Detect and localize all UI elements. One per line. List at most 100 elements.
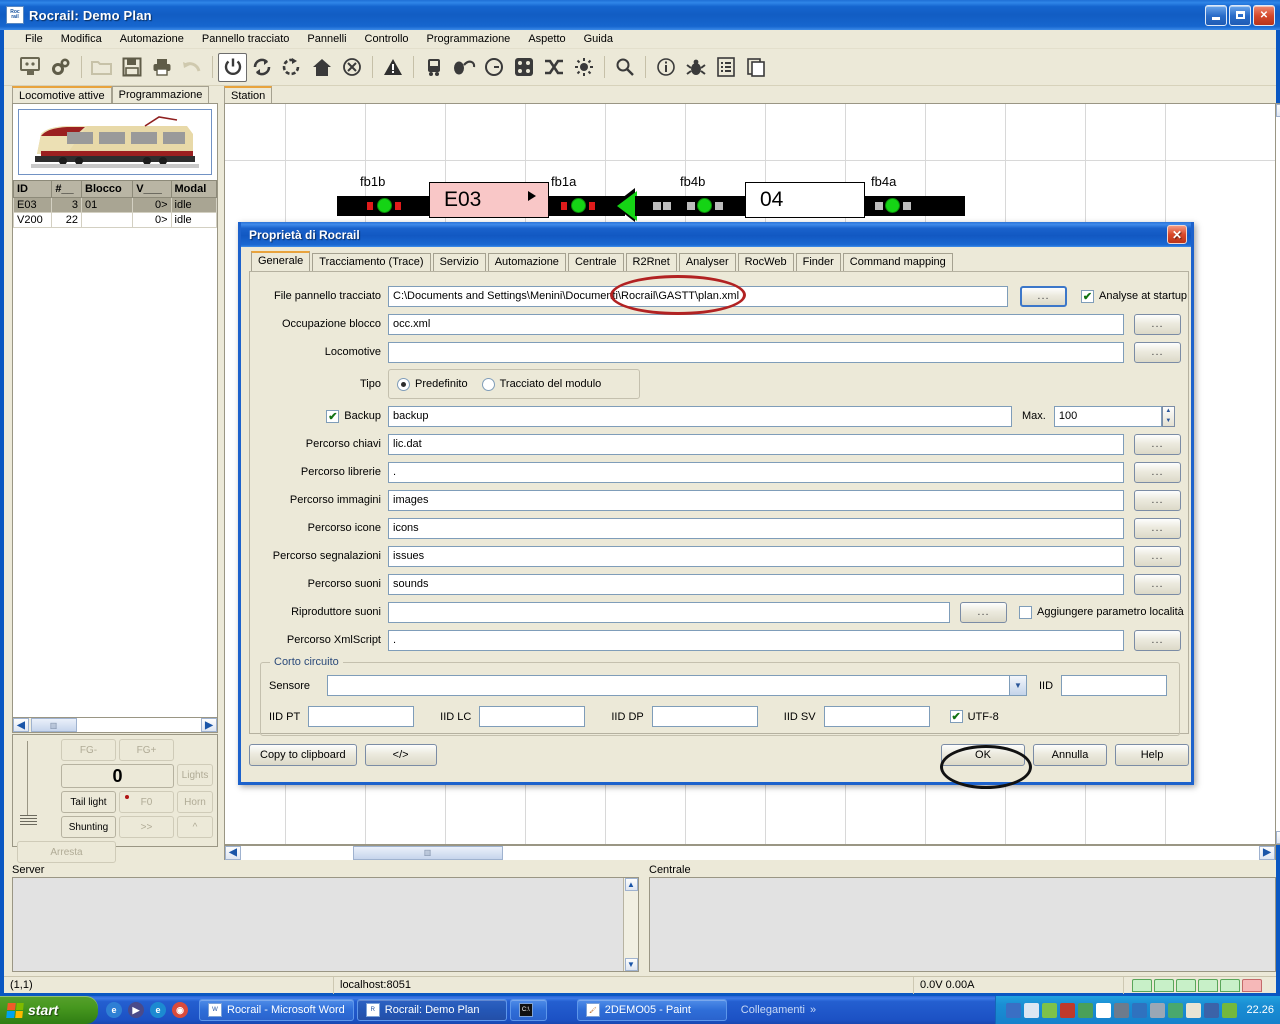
menu-item-automazione[interactable]: Automazione [111, 32, 193, 46]
monitor-icon[interactable] [16, 52, 46, 82]
list-icon[interactable] [711, 52, 741, 82]
fg-minus-button[interactable]: FG- [61, 739, 116, 761]
scroll-down-arrow-icon[interactable]: ▼ [624, 958, 638, 971]
plan-file-input[interactable]: C:\Documents and Settings\Menini\Documen… [388, 285, 1008, 307]
iid-sv-input[interactable] [823, 706, 930, 727]
close-button[interactable]: ✕ [1253, 4, 1275, 26]
chrome-icon[interactable]: ◉ [172, 1002, 188, 1018]
info-icon[interactable] [651, 52, 681, 82]
dialog-close-button[interactable]: ✕ [1167, 225, 1187, 244]
radio-tracciato-modulo-group[interactable]: Tracciato del modulo [481, 377, 601, 391]
up-button[interactable]: ^ [177, 816, 213, 838]
column-id[interactable]: ID [12, 180, 53, 198]
tab-analyser[interactable]: Analyser [678, 253, 736, 271]
plan-file-browse-button[interactable]: ... [1020, 285, 1067, 307]
undo-arrow-icon[interactable] [177, 52, 207, 82]
tab-r2rnet[interactable]: R2Rnet [625, 253, 677, 271]
slider-knob[interactable] [20, 815, 37, 827]
sensor-fb4a-indicator[interactable] [885, 198, 900, 213]
block-04[interactable]: 04 [745, 182, 865, 218]
tray-shield-green-icon[interactable] [1222, 1002, 1238, 1018]
shuffle-icon[interactable] [539, 52, 569, 82]
scrollbar-track[interactable] [1276, 117, 1280, 831]
backup-checkbox[interactable]: ✔ [326, 409, 340, 423]
taskbar-button-word[interactable]: W Rocrail - Microsoft Word [199, 999, 354, 1021]
scroll-up-arrow-icon[interactable]: ▲ [624, 878, 638, 891]
start-button[interactable]: start [0, 996, 98, 1024]
xml-view-button[interactable]: </> [364, 744, 437, 766]
player-icon[interactable]: ▶ [128, 1002, 144, 1018]
issues-path-browse-button[interactable]: ... [1134, 545, 1181, 567]
scrollbar-track[interactable] [77, 718, 201, 732]
tab-automazione[interactable]: Automazione [487, 253, 566, 271]
backup-checkbox-group[interactable]: ✔ Backup [254, 409, 388, 423]
images-path-input[interactable]: images [388, 489, 1124, 511]
system-clock[interactable]: 22.26 [1246, 1004, 1274, 1016]
utf8-checkbox-group[interactable]: ✔ UTF-8 [949, 710, 999, 723]
sensore-combobox[interactable]: ▼ [327, 675, 1027, 696]
icons-path-browse-button[interactable]: ... [1134, 517, 1181, 539]
sounds-path-browse-button[interactable]: ... [1134, 573, 1181, 595]
scroll-right-arrow-icon[interactable]: ▶ [201, 718, 217, 732]
links-toolbar[interactable]: Collegamenti » [741, 1004, 816, 1016]
tray-volume-icon[interactable] [1132, 1002, 1148, 1018]
tab-tracciamento[interactable]: Tracciamento (Trace) [312, 253, 431, 271]
save-icon[interactable] [117, 52, 147, 82]
tail-light-button[interactable]: Tail light [61, 791, 116, 813]
column-blocco[interactable]: Blocco [81, 180, 134, 198]
tray-clock-icon[interactable] [1150, 1002, 1166, 1018]
library-path-browse-button[interactable]: ... [1134, 461, 1181, 483]
tab-generale[interactable]: Generale [251, 251, 311, 271]
xmlscript-path-browse-button[interactable]: ... [1134, 629, 1181, 651]
sync-icon[interactable] [247, 52, 277, 82]
locomotive-browse-button[interactable]: ... [1134, 341, 1181, 363]
block-occupancy-input[interactable]: occ.xml [388, 313, 1124, 335]
analyse-at-startup-checkbox[interactable]: ✔ [1081, 289, 1094, 303]
utf8-checkbox[interactable]: ✔ [949, 710, 963, 723]
tray-printer-icon[interactable] [1114, 1002, 1130, 1018]
print-icon[interactable] [147, 52, 177, 82]
tab-station[interactable]: Station [224, 86, 273, 103]
backup-max-input[interactable]: 100 [1053, 405, 1162, 427]
scroll-down-arrow-icon[interactable]: ▼ [1276, 831, 1280, 844]
horn-button[interactable]: Horn [177, 791, 213, 813]
radio-predefinito-group[interactable]: Predefinito [397, 377, 468, 391]
locality-param-checkbox-group[interactable]: Aggiungere parametro località [1019, 605, 1184, 619]
magnifier-icon[interactable] [610, 52, 640, 82]
column-modal[interactable]: Modal [170, 180, 218, 198]
locomotive-input[interactable] [388, 341, 1124, 363]
tray-antivirus-icon[interactable] [1060, 1002, 1076, 1018]
keys-path-browse-button[interactable]: ... [1134, 433, 1181, 455]
direction-arrow-green-icon[interactable] [617, 191, 637, 221]
menu-item-programmazione[interactable]: Programmazione [418, 32, 520, 46]
warning-icon[interactable] [378, 52, 408, 82]
iid-lc-input[interactable] [479, 706, 586, 727]
menu-item-controllo[interactable]: Controllo [356, 32, 418, 46]
light-icon[interactable] [569, 52, 599, 82]
minimize-button[interactable] [1205, 4, 1227, 26]
tray-display-icon[interactable] [1204, 1002, 1220, 1018]
block-e03[interactable]: E03 [429, 182, 549, 218]
tray-check-icon[interactable] [1042, 1002, 1058, 1018]
stop-circle-icon[interactable] [337, 52, 367, 82]
menu-item-modifica[interactable]: Modifica [52, 32, 111, 46]
locality-param-checkbox[interactable] [1019, 605, 1032, 619]
internet-explorer-icon[interactable]: e [150, 1002, 166, 1018]
spinner-up-arrow-icon[interactable]: ▲ [1165, 408, 1171, 414]
gears-icon[interactable] [46, 52, 76, 82]
table-row[interactable]: E03 3 01 0> idle [12, 197, 218, 213]
lights-button[interactable]: Lights [177, 764, 213, 786]
sound-player-browse-button[interactable]: ... [960, 601, 1007, 623]
backup-input[interactable]: backup [388, 405, 1012, 427]
tab-centrale[interactable]: Centrale [567, 253, 624, 271]
locomotive-image[interactable] [18, 109, 212, 175]
sensor-fb4b-indicator[interactable] [697, 198, 712, 213]
tab-servizio[interactable]: Servizio [432, 253, 486, 271]
tray-note-icon[interactable] [1024, 1002, 1040, 1018]
tray-bird-icon[interactable] [1186, 1002, 1202, 1018]
analyse-at-startup-checkbox-group[interactable]: ✔ Analyse at startup [1081, 289, 1187, 303]
sensor-fb1b-indicator[interactable] [377, 198, 392, 213]
issues-path-input[interactable]: issues [388, 545, 1124, 567]
tray-network-icon[interactable] [1078, 1002, 1094, 1018]
tray-shield-icon[interactable] [1006, 1002, 1022, 1018]
